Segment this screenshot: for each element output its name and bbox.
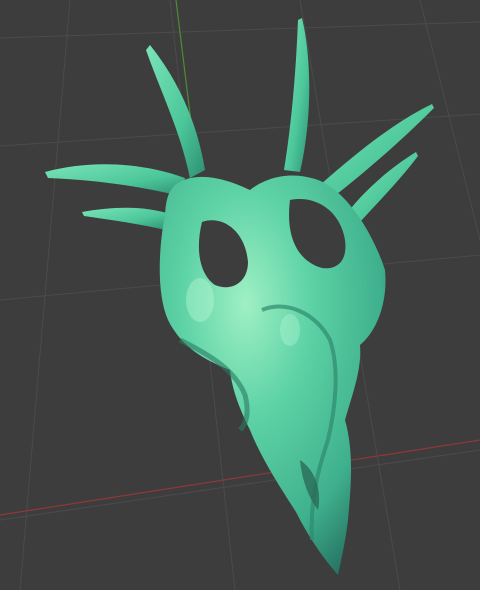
horn-left-tall-icon <box>146 45 205 178</box>
3d-viewport[interactable] <box>0 0 480 590</box>
skull-mesh-icon[interactable] <box>45 18 434 575</box>
x-axis-line <box>0 439 480 516</box>
skull-body-icon <box>159 175 386 575</box>
viewport-canvas[interactable] <box>0 0 480 590</box>
horn-right-tall-icon <box>284 18 310 172</box>
horn-left-short-icon <box>82 207 170 230</box>
horn-left-long-icon <box>45 164 185 196</box>
specular-highlight-icon <box>186 278 214 322</box>
specular-highlight-2-icon <box>280 314 300 346</box>
